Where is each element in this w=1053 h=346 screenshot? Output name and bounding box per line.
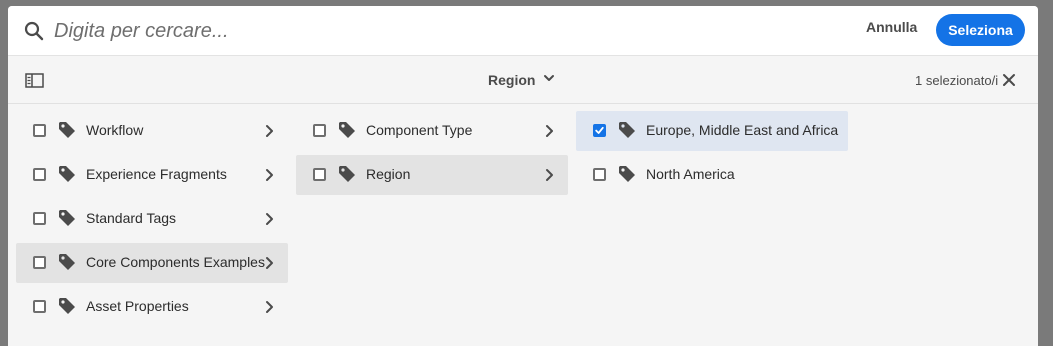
tag-label: North America — [646, 166, 735, 182]
chevron-right-icon — [264, 212, 276, 226]
checkbox[interactable] — [33, 256, 46, 269]
column-region: Europe, Middle East and Africa North Ame… — [576, 111, 848, 199]
tag-row-workflow[interactable]: Workflow — [16, 111, 288, 151]
chevron-right-icon — [264, 300, 276, 314]
checkmark-icon — [595, 126, 604, 134]
checkbox[interactable] — [33, 300, 46, 313]
tag-row-component-type[interactable]: Component Type — [296, 111, 568, 151]
search-icon — [24, 21, 44, 41]
tag-icon — [58, 209, 76, 227]
tag-row-core-components-examples[interactable]: Core Components Examples — [16, 243, 288, 283]
tag-icon — [618, 121, 636, 139]
chevron-right-icon — [264, 256, 276, 270]
close-icon[interactable] — [1002, 73, 1016, 87]
tag-label: Europe, Middle East and Africa — [646, 122, 839, 138]
tag-label: Standard Tags — [86, 210, 177, 226]
chevron-right-icon — [544, 124, 556, 138]
tag-icon — [58, 297, 76, 315]
tag-row-north-america[interactable]: North America — [576, 155, 848, 195]
tag-icon — [58, 253, 76, 271]
column-core-components-examples: Component Type Region — [296, 111, 568, 199]
chevron-right-icon — [264, 124, 276, 138]
tag-row-asset-properties[interactable]: Asset Properties — [16, 287, 288, 327]
tag-label: Region — [366, 166, 411, 182]
selection-count: 1 selezionato/i — [915, 73, 999, 88]
rail-toggle-icon[interactable] — [25, 73, 44, 88]
chevron-down-icon — [543, 71, 555, 89]
search-bar: Annulla Seleziona — [8, 6, 1038, 56]
breadcrumb-dropdown[interactable]: Region — [488, 71, 555, 89]
tag-icon — [618, 165, 636, 183]
tag-label: Workflow — [86, 122, 144, 138]
checkbox[interactable] — [33, 124, 46, 137]
tag-row-emea[interactable]: Europe, Middle East and Africa — [576, 111, 848, 151]
cancel-button[interactable]: Annulla — [866, 19, 917, 35]
tag-icon — [338, 121, 356, 139]
checkbox-checked[interactable] — [593, 124, 606, 137]
tag-icon — [58, 121, 76, 139]
tag-label: Core Components Examples — [86, 254, 265, 270]
checkbox[interactable] — [313, 168, 326, 181]
tag-picker-dialog: Annulla Seleziona Region 1 selezionato/i — [8, 6, 1038, 346]
tag-icon — [58, 165, 76, 183]
select-button[interactable]: Seleziona — [936, 14, 1025, 46]
checkbox[interactable] — [313, 124, 326, 137]
checkbox[interactable] — [33, 212, 46, 225]
tag-row-standard-tags[interactable]: Standard Tags — [16, 199, 288, 239]
tag-row-region[interactable]: Region — [296, 155, 568, 195]
tag-label: Experience Fragments — [86, 166, 227, 182]
tag-label: Asset Properties — [86, 298, 189, 314]
checkbox[interactable] — [33, 168, 46, 181]
chevron-right-icon — [544, 168, 556, 182]
tag-label: Component Type — [366, 122, 473, 138]
column-view-toolbar: Region 1 selezionato/i — [8, 57, 1038, 104]
chevron-right-icon — [264, 168, 276, 182]
checkbox[interactable] — [593, 168, 606, 181]
breadcrumb-label: Region — [488, 72, 536, 88]
tag-icon — [338, 165, 356, 183]
search-input[interactable] — [54, 14, 814, 48]
tag-row-experience-fragments[interactable]: Experience Fragments — [16, 155, 288, 195]
column-root: Workflow Experience Fragments Standard T… — [16, 111, 288, 331]
